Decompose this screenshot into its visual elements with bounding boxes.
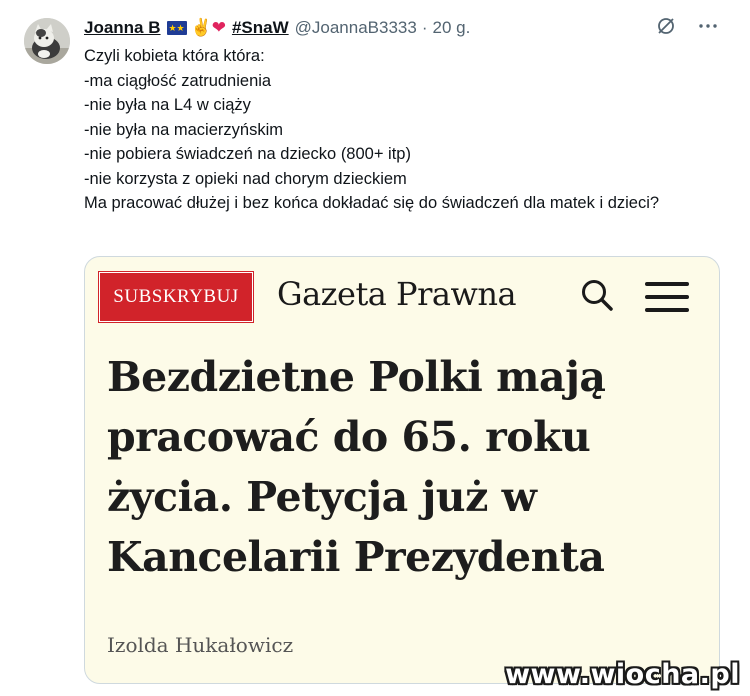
grok-icon[interactable] [656,16,676,36]
separator-dot: · [421,18,428,37]
display-name[interactable]: Joanna B [84,18,161,38]
menu-icon[interactable] [643,279,691,315]
tweet-time[interactable]: 20 g. [433,18,471,38]
tweet: Joanna B ★★ ✌❤ #SnaW @JoannaB3333 · 20 g… [0,0,750,696]
tweet-line: -nie pobiera świadczeń na dziecko (800+ … [84,145,411,163]
article-author: Izolda Hukałowicz [107,633,294,657]
cat-avatar-image [24,18,70,64]
headline-line: życia. Petycja już w [107,473,537,521]
search-icon[interactable] [579,277,615,313]
tweet-header: Joanna B ★★ ✌❤ #SnaW @JoannaB3333 · 20 g… [84,16,722,40]
tweet-line: -ma ciągłość zatrudnienia [84,71,272,90]
eu-flag-icon: ★★ [166,21,187,35]
user-handle[interactable]: @JoannaB3333 [295,18,417,38]
avatar[interactable] [24,18,70,64]
tweet-line: -nie była na L4 w ciąży [84,96,251,114]
hashtag-name[interactable]: #SnaW [232,18,289,38]
brand-logo: Gazeta Prawna [277,275,517,313]
watermark: www.wiocha.pl [505,659,740,690]
article-card[interactable]: SUBSKRYBUJ Gazeta Prawna Bezdzietne Polk… [84,256,720,684]
headline-line: pracować do 65. roku [107,413,591,461]
tweet-line: -nie była na macierzyńskim [84,120,283,139]
tweet-line: -nie korzysta z opieki nad chorym dzieck… [84,169,407,188]
tweet-line: Ma pracować dłużej i bez końca dokładać … [84,194,660,212]
tweet-text: Czyli kobieta która która: -ma ciągłość … [84,44,704,216]
article-headline[interactable]: Bezdzietne Polki mają pracować do 65. ro… [107,347,707,587]
headline-line: Bezdzietne Polki mają [107,353,606,401]
headline-line: Kancelarii Prezydenta [107,533,605,581]
article-nav: SUBSKRYBUJ Gazeta Prawna [85,257,719,339]
tweet-actions [656,16,718,36]
tweet-line: Czyli kobieta która która: [84,47,265,65]
subscribe-button[interactable]: SUBSKRYBUJ [99,272,253,322]
name-emoji: ✌❤ [190,18,226,37]
more-icon[interactable] [698,16,718,36]
